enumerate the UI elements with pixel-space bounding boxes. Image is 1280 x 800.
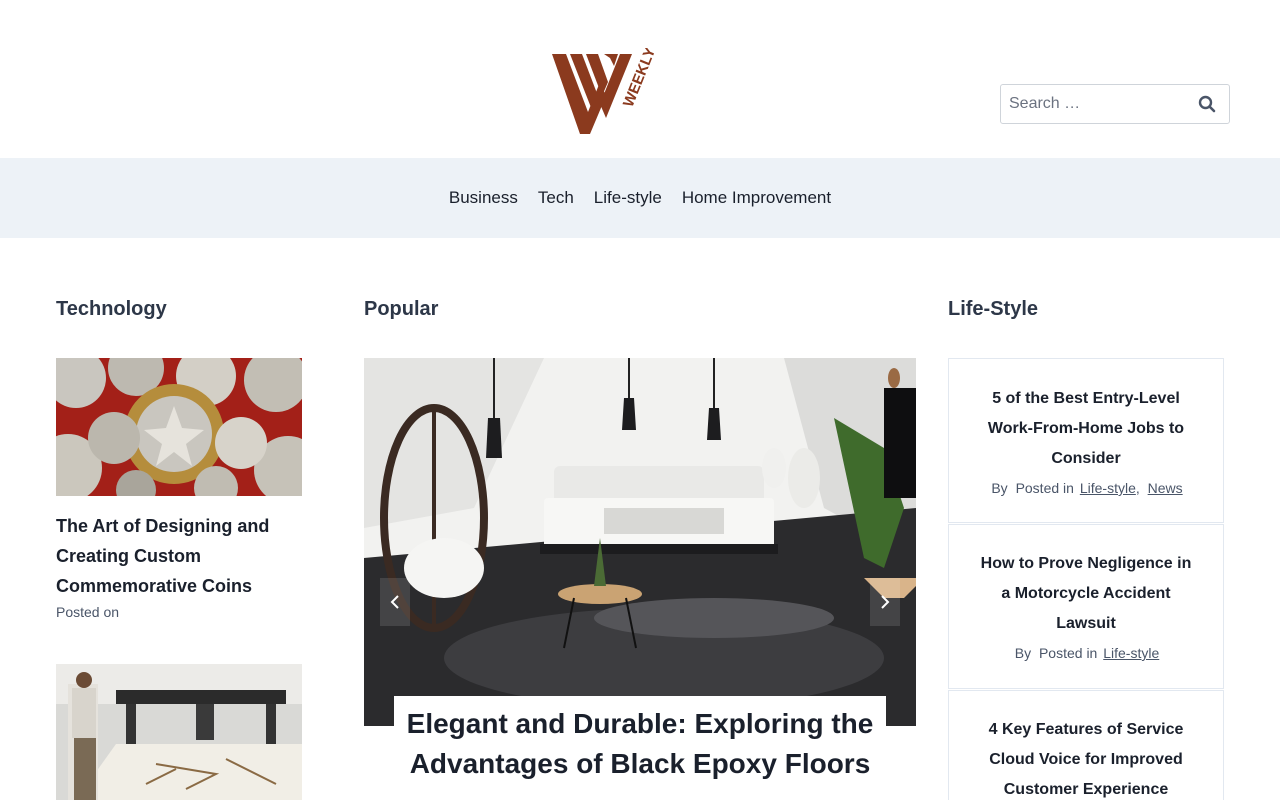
technology-heading: Technology [56, 298, 167, 320]
lifestyle-post-card: How to Prove Negligence in a Motorcycle … [948, 524, 1224, 689]
nav-item-tech[interactable]: Tech [528, 188, 584, 208]
category-link-news[interactable]: News [1148, 480, 1183, 496]
meta-posted-in: Posted in [1038, 645, 1098, 661]
search-form [1000, 84, 1230, 124]
slide-title[interactable]: Elegant and Durable: Exploring the Advan… [394, 704, 886, 784]
coins-thumbnail[interactable] [56, 358, 302, 496]
slide-caption-card: Elegant and Durable: Exploring the Advan… [394, 696, 886, 800]
nav-item-business[interactable]: Business [439, 188, 528, 208]
main-nav: Business Tech Life-style Home Improvemen… [0, 158, 1280, 238]
meta-separator: , [1135, 480, 1140, 496]
meta-posted-in: Posted in [1015, 480, 1074, 496]
lifestyle-post-meta: By Posted in Life-style [949, 645, 1223, 661]
search-icon [1198, 95, 1216, 113]
meta-by: By [1014, 645, 1032, 661]
tech-post-title[interactable]: The Art of Designing and Creating Custom… [56, 511, 302, 601]
slider-prev-button[interactable] [380, 578, 410, 626]
cnc-thumbnail[interactable] [56, 664, 302, 800]
nav-item-home-improvement[interactable]: Home Improvement [672, 188, 841, 208]
search-button[interactable] [1193, 91, 1221, 117]
chevron-right-icon [881, 595, 890, 609]
lifestyle-post-meta: By Posted in Life-style, News [949, 480, 1223, 496]
chevron-left-icon [390, 595, 399, 609]
meta-by: By [991, 480, 1008, 496]
popular-heading: Popular [364, 298, 439, 320]
lifestyle-post-card: 5 of the Best Entry-Level Work-From-Home… [948, 358, 1224, 523]
lifestyle-post-title[interactable]: 4 Key Features of Service Cloud Voice fo… [949, 715, 1223, 800]
lifestyle-post-card: 4 Key Features of Service Cloud Voice fo… [948, 690, 1224, 800]
site-logo[interactable]: WEEKLY [548, 45, 662, 138]
popular-slider[interactable] [364, 358, 916, 726]
category-link-life-style[interactable]: Life-style [1080, 480, 1136, 496]
tech-post-meta: Posted on [56, 604, 120, 620]
category-link-life-style[interactable]: Life-style [1103, 645, 1159, 661]
lifestyle-post-title[interactable]: 5 of the Best Entry-Level Work-From-Home… [949, 384, 1223, 474]
search-input[interactable] [1001, 85, 1181, 123]
lifestyle-post-title[interactable]: How to Prove Negligence in a Motorcycle … [949, 549, 1223, 639]
lifestyle-heading: Life-Style [948, 298, 1039, 320]
slider-next-button[interactable] [870, 578, 900, 626]
nav-item-life-style[interactable]: Life-style [584, 188, 672, 208]
site-header: WEEKLY [0, 0, 1280, 158]
